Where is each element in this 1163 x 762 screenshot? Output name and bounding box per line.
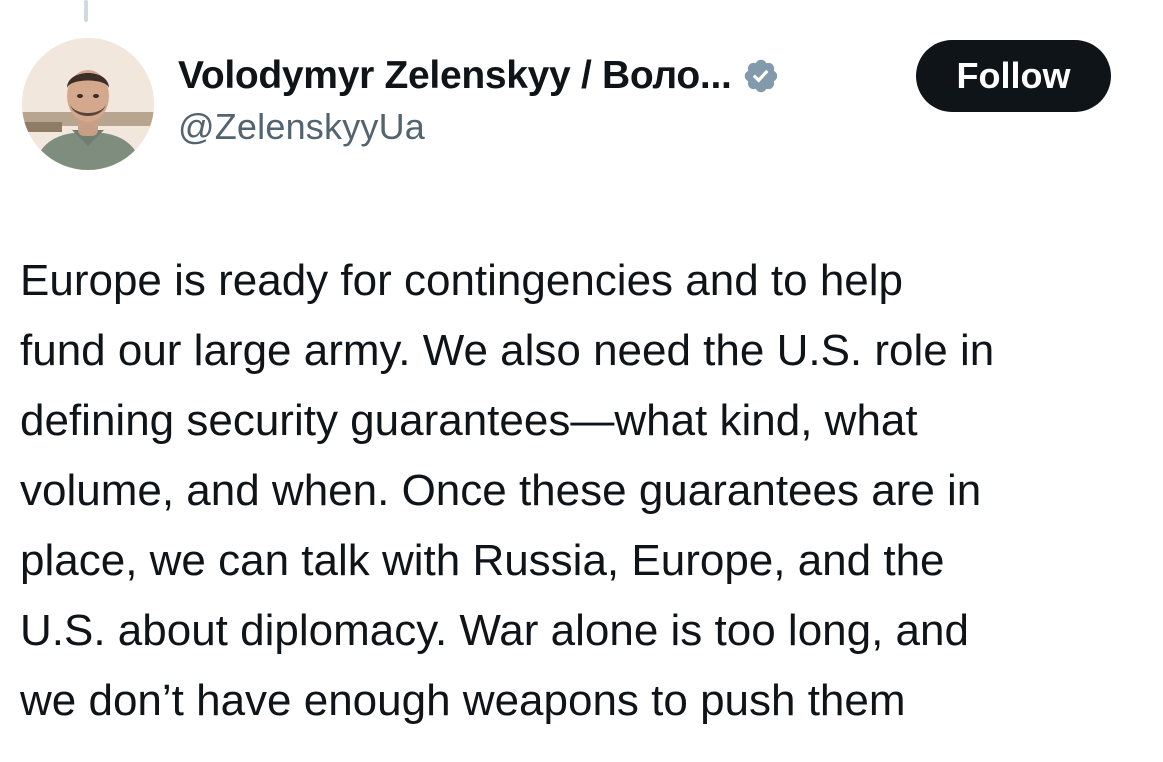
display-name[interactable]: Volodymyr Zelenskyy / Воло... xyxy=(178,54,732,98)
user-handle[interactable]: @ZelenskyyUa xyxy=(178,106,898,148)
tweet-text-line: fund our large army. We also need the U.… xyxy=(20,326,995,375)
tweet-text-line: volume, and when. Once these guarantees … xyxy=(20,466,982,515)
tweet-text-line: we don’t have enough weapons to push the… xyxy=(20,676,906,725)
profile-photo-icon xyxy=(22,38,154,170)
follow-button[interactable]: Follow xyxy=(916,40,1111,112)
avatar[interactable] xyxy=(22,38,154,170)
tweet-text-line: place, we can talk with Russia, Europe, … xyxy=(20,536,945,585)
verified-badge-icon[interactable] xyxy=(742,57,780,95)
user-meta: Volodymyr Zelenskyy / Воло... @Zelenskyy… xyxy=(178,48,898,148)
thread-connector-line xyxy=(84,0,88,22)
tweet-text-line: defining security guarantees—what kind, … xyxy=(20,396,918,445)
tweet-text-line: U.S. about diplomacy. War alone is too l… xyxy=(20,606,969,655)
name-row: Volodymyr Zelenskyy / Воло... xyxy=(178,48,898,104)
tweet-text: Europe is ready for contingencies and to… xyxy=(20,246,1150,736)
tweet-text-line: Europe is ready for contingencies and to… xyxy=(20,256,904,305)
